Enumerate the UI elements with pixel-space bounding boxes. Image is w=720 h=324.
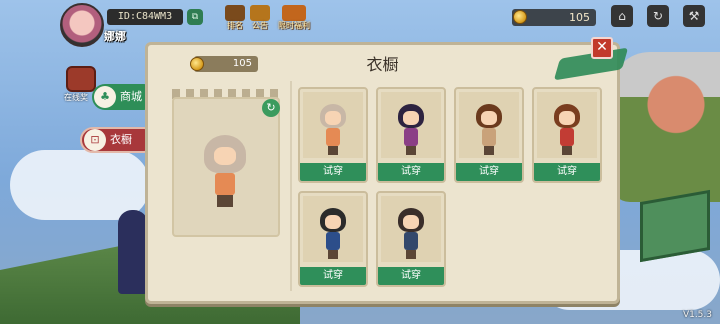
limited-welfare-label: 限时福利: [278, 21, 310, 30]
background-book: [640, 189, 710, 263]
online-reward-button[interactable]: [66, 66, 96, 92]
outfit-slot: 试穿: [298, 87, 368, 183]
outfit-character-sprite: [318, 208, 348, 262]
player-id-label: ID:C84WM3: [107, 9, 183, 25]
copy-id-button[interactable]: ⧉: [187, 9, 203, 25]
player-name: 娜娜: [104, 30, 126, 43]
outfit-character-sprite: [552, 104, 582, 158]
try-on-button[interactable]: 试穿: [378, 163, 444, 181]
coin-count: 105: [569, 11, 590, 24]
announcement-label: 公告: [252, 21, 268, 30]
tab-wardrobe-label: 衣橱: [110, 133, 132, 146]
panel-coin-count: 105: [232, 58, 252, 69]
shirt-icon: ♣: [94, 86, 116, 108]
outfit-character-sprite: [396, 208, 426, 262]
tab-wardrobe[interactable]: ⊡ 衣橱: [80, 127, 148, 153]
outfit-art: [537, 92, 597, 158]
outfit-art: [303, 92, 363, 158]
refresh-cycle-icon: ↻: [652, 9, 664, 23]
try-on-button[interactable]: 试穿: [300, 163, 366, 181]
try-on-button[interactable]: 试穿: [456, 163, 522, 181]
limited-welfare-icon: [282, 5, 306, 21]
try-on-button[interactable]: 试穿: [378, 267, 444, 285]
outfit-slot: 试穿: [298, 191, 368, 287]
coin-icon: [513, 10, 527, 24]
outfit-slot: 试穿: [454, 87, 524, 183]
outfit-character-sprite: [318, 104, 348, 158]
tab-mall[interactable]: ♣ 商城: [92, 84, 148, 110]
outfit-slot: 试穿: [532, 87, 602, 183]
outfit-art: [381, 92, 441, 158]
settings-button[interactable]: ⚒: [683, 5, 705, 27]
ranking-label: 排名: [227, 21, 243, 30]
online-reward-label: 在线奖: [64, 93, 88, 102]
reset-outfit-button[interactable]: ↻: [262, 99, 280, 117]
refresh-icon: ↻: [266, 101, 276, 114]
outfit-slot: 试穿: [376, 191, 446, 287]
coin-icon: [190, 57, 204, 71]
outfit-art: [459, 92, 519, 158]
announcement-button[interactable]: 公告: [248, 5, 272, 33]
gift-icon: ⌂: [618, 9, 626, 23]
avatar[interactable]: [60, 3, 104, 47]
version-label: V1.5.3: [682, 310, 712, 320]
background-character: [118, 210, 148, 294]
ranking-button[interactable]: 排名: [223, 5, 247, 33]
close-button[interactable]: ✕: [591, 37, 613, 59]
outfit-art: [303, 196, 363, 262]
gift-button[interactable]: ⌂: [611, 5, 633, 27]
ranking-icon: [225, 5, 245, 21]
preview-character-sprite: [200, 135, 250, 209]
try-on-button[interactable]: 试穿: [534, 163, 600, 181]
tab-mall-label: 商城: [120, 90, 142, 103]
outfit-character-sprite: [474, 104, 504, 158]
close-icon: ✕: [596, 39, 608, 55]
refresh-cycle-button[interactable]: ↻: [647, 5, 669, 27]
panel-divider: [290, 81, 292, 291]
background-character: [610, 52, 720, 202]
outfit-character-sprite: [396, 104, 426, 158]
announcement-icon: [250, 5, 270, 21]
wardrobe-panel: 衣橱 ✕ 105 ↻ 试穿 试穿 试穿 试穿 试穿 试穿: [145, 37, 629, 304]
outfit-art: [381, 196, 441, 262]
limited-welfare-button[interactable]: 限时福利: [277, 5, 311, 33]
try-on-button[interactable]: 试穿: [300, 267, 366, 285]
settings-wrench-icon: ⚒: [688, 9, 700, 23]
outfit-slot: 试穿: [376, 87, 446, 183]
wardrobe-icon: ⊡: [84, 129, 106, 151]
